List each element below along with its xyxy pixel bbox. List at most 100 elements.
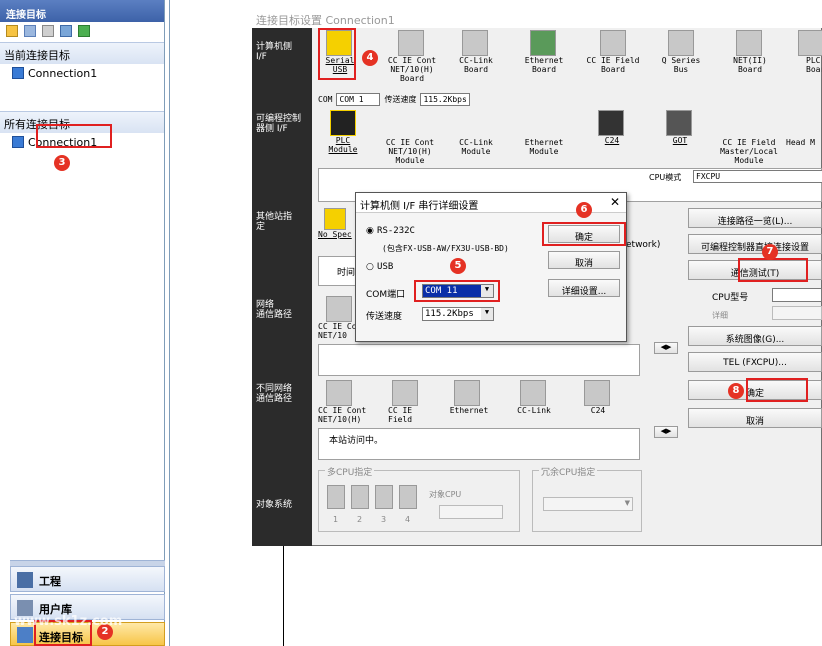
cpu-slot-3[interactable] xyxy=(375,485,393,509)
refresh-icon[interactable] xyxy=(78,25,90,37)
redundant-cpu-group: 冗余CPU指定 ▼ xyxy=(532,465,642,532)
ethernet-icon xyxy=(530,30,556,56)
diff-ccie-field[interactable]: CC IE Field xyxy=(388,380,424,424)
copy-icon[interactable] xyxy=(24,25,36,37)
board-icon xyxy=(520,380,546,406)
highlight-box-7 xyxy=(738,258,808,282)
chevron-down-icon: ▼ xyxy=(481,308,493,320)
pc-if-ccie-cont[interactable]: CC IE Cont NET/10(H) Board xyxy=(380,30,444,83)
direct-connect-button[interactable]: 可编程控制器直接连接设置 xyxy=(688,234,822,254)
workspace-border xyxy=(169,0,170,646)
cpu-type-label: CPU型号 xyxy=(712,293,749,303)
pc-if-net2[interactable]: NET(II) Board xyxy=(722,30,778,74)
cpu-slot-2[interactable] xyxy=(351,485,369,509)
cpu-mode-value: FXCPU xyxy=(693,170,822,183)
project-button[interactable]: 工程 xyxy=(10,566,165,592)
usb-label: USB xyxy=(377,262,394,272)
current-connection-item[interactable]: Connection1 xyxy=(0,64,164,83)
new-icon[interactable] xyxy=(6,25,18,37)
speed-value: 115.2Kbps xyxy=(420,92,471,106)
c24-icon xyxy=(598,110,624,136)
dialog-title: 连接目标设置 Connection1 xyxy=(252,10,822,28)
board-icon xyxy=(326,380,352,406)
dialog-cancel-button[interactable]: 取消 xyxy=(688,408,822,428)
cpu-type-field[interactable] xyxy=(772,288,822,302)
board-icon xyxy=(462,30,488,56)
system-image-button[interactable]: 系统图像(G)... xyxy=(688,326,822,346)
network-route-icon[interactable]: CC IE Co NET/10 xyxy=(318,296,358,340)
local-access-text: 本站访问中。 xyxy=(329,436,384,446)
rs232c-note: (包含FX-USB-AW/FX3U-USB-BD) xyxy=(382,244,509,253)
board-icon xyxy=(668,30,694,56)
route-list-button[interactable]: 连接路径一览(L)... xyxy=(688,208,822,228)
scroll-arrows-1[interactable]: ◀▶ xyxy=(654,342,678,354)
usb-option[interactable]: ○ USB xyxy=(366,261,393,272)
highlight-box-3 xyxy=(36,124,112,148)
plc-if-got[interactable]: GOT xyxy=(662,110,698,145)
navigation-pane: 连接目标 当前连接目标 Connection1 所有连接目标 Connectio… xyxy=(0,0,165,646)
computer-icon xyxy=(324,208,346,230)
close-icon[interactable]: ✕ xyxy=(610,195,620,209)
scroll-arrows-2[interactable]: ◀▶ xyxy=(654,426,678,438)
diff-network-icons: CC IE Cont NET/10(H) CC IE Field Etherne… xyxy=(318,380,618,426)
speed-label: 传送速度 xyxy=(384,94,417,104)
current-target-section: 当前连接目标 xyxy=(0,42,164,64)
other-station-no-spec[interactable]: No Spec xyxy=(318,208,354,239)
step-badge-6: 6 xyxy=(576,202,592,218)
pc-if-ethernet[interactable]: Ethernet Board xyxy=(516,30,572,74)
plc-module-icon xyxy=(330,110,356,136)
plc-if-head-module[interactable]: Head M xyxy=(786,110,822,147)
diff-cclink[interactable]: CC-Link xyxy=(512,380,556,415)
pc-if-ccie-field[interactable]: CC IE Field Board xyxy=(580,30,646,74)
cpu-slot-1[interactable] xyxy=(327,485,345,509)
side-label-other-station: 其他站指 定 xyxy=(256,212,293,232)
rs232c-label: RS-232C xyxy=(377,226,415,236)
board-icon xyxy=(326,296,352,322)
plc-if-c24[interactable]: C24 xyxy=(594,110,630,145)
step-badge-8: 8 xyxy=(728,383,744,399)
popup-detail-button[interactable]: 详细设置... xyxy=(548,279,620,297)
board-icon xyxy=(798,30,822,56)
pc-if-icons: Serial USB CC IE Cont NET/10(H) Board CC… xyxy=(318,30,822,90)
plc-if-ethernet[interactable]: Ethernet Module xyxy=(516,110,572,156)
rs232c-option[interactable]: ◉ RS-232C xyxy=(366,225,415,236)
tel-button[interactable]: TEL (FXCPU)... xyxy=(688,352,822,372)
popup-speed-label: 传送速度 xyxy=(366,312,403,322)
diff-ccie-cont[interactable]: CC IE Cont NET/10(H) xyxy=(318,380,374,424)
target-cpu-label: 对象CPU xyxy=(429,490,462,499)
board-icon xyxy=(454,380,480,406)
plc-if-cclink[interactable]: CC-Link Module xyxy=(448,110,504,156)
multi-cpu-title: 多CPU指定 xyxy=(325,465,375,478)
plc-if-plc-module[interactable]: PLC Module xyxy=(318,110,368,154)
side-label-network-route: 网络 通信路径 xyxy=(256,300,293,320)
detail-field[interactable] xyxy=(772,306,822,320)
watermark: www.sk1z.com xyxy=(14,614,123,629)
cpu-num-3: 3 xyxy=(381,515,387,524)
pc-if-cclink[interactable]: CC-Link Board xyxy=(448,30,504,74)
plc-if-ccie-field[interactable]: CC IE Field Master/Local Module xyxy=(716,110,782,165)
diff-ethernet[interactable]: Ethernet xyxy=(446,380,492,415)
paste-icon[interactable] xyxy=(42,25,54,37)
pc-if-plc-board[interactable]: PLC Board xyxy=(794,30,822,74)
radio-unselected-icon: ○ xyxy=(366,262,374,272)
time-panel: 时间 xyxy=(318,256,356,286)
got-icon xyxy=(666,110,692,136)
detail-label: 详细 xyxy=(712,311,728,320)
step-badge-7: 7 xyxy=(762,244,778,260)
multi-cpu-group: 多CPU指定 1 2 3 4 对象CPU xyxy=(318,465,520,532)
plc-if-ccie-cont[interactable]: CC IE Cont NET/10(H) Module xyxy=(378,110,442,165)
nav-header: 连接目标 xyxy=(0,0,164,22)
target-cpu-field[interactable] xyxy=(439,505,503,519)
popup-cancel-button[interactable]: 取消 xyxy=(548,251,620,269)
speed-select[interactable]: 115.2Kbps ▼ xyxy=(422,307,494,321)
cpu-mode-label: CPU模式 xyxy=(649,173,682,182)
workspace-divider xyxy=(283,546,284,646)
redundant-cpu-select[interactable]: ▼ xyxy=(543,497,633,511)
diff-c24[interactable]: C24 xyxy=(580,380,616,415)
target-icon xyxy=(17,627,33,643)
cpu-slot-4[interactable] xyxy=(399,485,417,509)
properties-icon[interactable] xyxy=(60,25,72,37)
pc-if-q-series-bus[interactable]: Q Series Bus xyxy=(656,30,706,74)
connection-icon xyxy=(12,67,24,79)
board-icon xyxy=(392,380,418,406)
